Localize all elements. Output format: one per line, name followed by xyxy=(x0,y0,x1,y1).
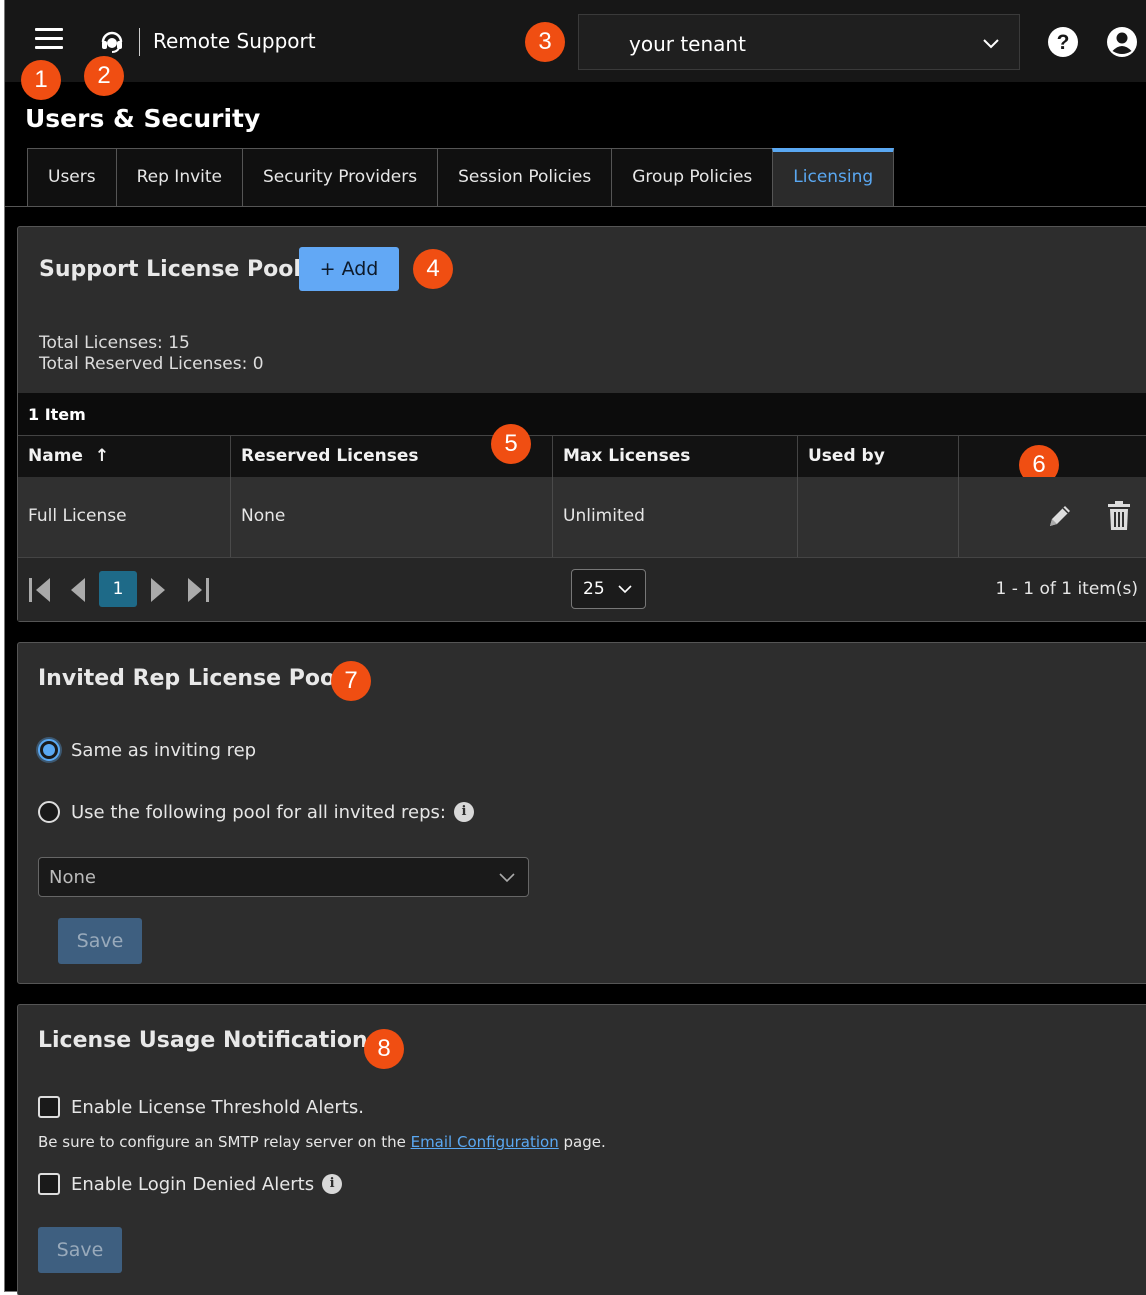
license-usage-notification-panel: License Usage Notification 8 Enable Lice… xyxy=(17,1004,1146,1295)
chevron-down-icon xyxy=(983,39,999,49)
note-suffix: page. xyxy=(563,1133,606,1151)
total-reserved-value: 0 xyxy=(252,354,264,374)
tenant-select[interactable]: your tenant xyxy=(578,14,1020,70)
note-prefix: Be sure to configure an SMTP relay serve… xyxy=(38,1133,406,1151)
save-button[interactable]: Save xyxy=(58,918,142,964)
pager-info: 1 - 1 of 1 item(s) xyxy=(995,579,1138,599)
next-page-icon[interactable] xyxy=(150,577,166,603)
pager: 1 25 1 - 1 of 1 item(s) xyxy=(18,557,1146,621)
total-licenses-label: Total Licenses: xyxy=(39,333,163,353)
tab-group-policies[interactable]: Group Policies xyxy=(611,148,773,207)
column-header-max[interactable]: Max Licenses xyxy=(553,435,798,477)
chevron-down-icon xyxy=(618,585,632,594)
brand-separator xyxy=(139,28,140,56)
chevron-down-icon xyxy=(499,873,515,883)
sort-up-icon: ↑ xyxy=(94,446,110,466)
first-page-icon[interactable] xyxy=(28,577,52,603)
column-name-label: Name xyxy=(28,446,83,466)
menu-icon[interactable] xyxy=(35,28,63,52)
option-same-as-inviting[interactable]: Same as inviting rep xyxy=(38,739,256,761)
app-name: Remote Support xyxy=(153,29,316,53)
login-denied-checkbox[interactable] xyxy=(38,1173,60,1195)
threshold-alerts-option[interactable]: Enable License Threshold Alerts. xyxy=(38,1096,364,1118)
section-title: Invited Rep License Pool xyxy=(38,666,343,691)
pool-select-value: None xyxy=(49,867,96,888)
prev-page-icon[interactable] xyxy=(70,577,86,603)
support-license-pools-panel: Support License Pools + Add 4 Total Lice… xyxy=(17,226,1146,622)
option-following-label: Use the following pool for all invited r… xyxy=(71,801,446,823)
threshold-alerts-label: Enable License Threshold Alerts. xyxy=(71,1096,364,1118)
option-same-label: Same as inviting rep xyxy=(71,739,257,761)
help-icon[interactable]: ? xyxy=(1047,26,1079,58)
cell-used-by xyxy=(798,477,959,557)
top-bar: Remote Support your tenant ? xyxy=(5,0,1146,82)
total-licenses: Total Licenses: 15 xyxy=(39,333,190,353)
last-page-icon[interactable] xyxy=(186,577,210,603)
page-number-button[interactable]: 1 xyxy=(99,571,137,607)
app-window: Remote Support your tenant ? 1 2 3 Users… xyxy=(4,0,1146,1295)
tab-licensing[interactable]: Licensing xyxy=(772,148,895,207)
plus-icon: + xyxy=(319,258,336,280)
add-label: Add xyxy=(341,258,379,280)
table-header: Name ↑ Reserved Licenses Max Licenses Us… xyxy=(18,435,1146,477)
page-size-select[interactable]: 25 xyxy=(571,569,646,609)
callout-badge: 8 xyxy=(364,1029,404,1069)
cell-reserved: None xyxy=(231,477,553,557)
total-reserved-label: Total Reserved Licenses: xyxy=(39,354,248,374)
option-following-pool[interactable]: Use the following pool for all invited r… xyxy=(38,801,474,823)
tab-session-policies[interactable]: Session Policies xyxy=(437,148,612,207)
info-icon[interactable]: i xyxy=(453,802,474,822)
callout-badge: 1 xyxy=(21,60,61,100)
callout-badge: 3 xyxy=(525,22,565,62)
login-denied-option[interactable]: Enable Login Denied Alerts i xyxy=(38,1173,343,1195)
delete-icon[interactable] xyxy=(1105,500,1133,532)
items-count: 1 Item xyxy=(18,393,1146,435)
tab-bar: Users Rep Invite Security Providers Sess… xyxy=(27,148,895,207)
callout-badge: 5 xyxy=(491,424,531,464)
svg-text:?: ? xyxy=(1057,31,1070,54)
cell-max: Unlimited xyxy=(553,477,798,557)
table-row: Full License None Unlimited xyxy=(18,477,1146,557)
smtp-note: Be sure to configure an SMTP relay serve… xyxy=(38,1133,606,1151)
tenant-value: your tenant xyxy=(629,32,746,56)
save-button[interactable]: Save xyxy=(38,1227,122,1273)
callout-badge: 2 xyxy=(84,56,124,96)
cell-actions xyxy=(959,477,1146,557)
info-icon[interactable]: i xyxy=(322,1174,343,1194)
tab-users[interactable]: Users xyxy=(27,148,116,207)
page-title: Users & Security xyxy=(25,104,261,133)
radio-same-as-inviting[interactable] xyxy=(38,739,60,761)
section-title: Support License Pools xyxy=(39,257,314,282)
account-icon[interactable] xyxy=(1106,26,1138,58)
pool-select[interactable]: None xyxy=(38,857,529,897)
threshold-alerts-checkbox[interactable] xyxy=(38,1096,60,1118)
cell-name: Full License xyxy=(18,477,231,557)
tab-rep-invite[interactable]: Rep Invite xyxy=(115,148,243,207)
edit-icon[interactable] xyxy=(1045,501,1075,531)
tab-security-providers[interactable]: Security Providers xyxy=(242,148,438,207)
login-denied-label: Enable Login Denied Alerts xyxy=(71,1173,315,1195)
section-title: License Usage Notification xyxy=(38,1028,368,1053)
column-header-name[interactable]: Name ↑ xyxy=(18,435,231,477)
radio-following-pool[interactable] xyxy=(38,801,60,823)
add-pool-button[interactable]: + Add xyxy=(299,247,399,291)
callout-badge: 7 xyxy=(331,661,371,701)
email-configuration-link[interactable]: Email Configuration xyxy=(411,1133,559,1151)
callout-badge: 4 xyxy=(413,249,453,289)
total-licenses-value: 15 xyxy=(168,333,190,353)
total-reserved: Total Reserved Licenses: 0 xyxy=(39,354,264,374)
headset-icon xyxy=(101,31,123,53)
page-size-value: 25 xyxy=(583,579,605,599)
column-header-used-by[interactable]: Used by xyxy=(798,435,959,477)
invited-rep-pool-panel: Invited Rep License Pool 7 Same as invit… xyxy=(17,642,1146,984)
